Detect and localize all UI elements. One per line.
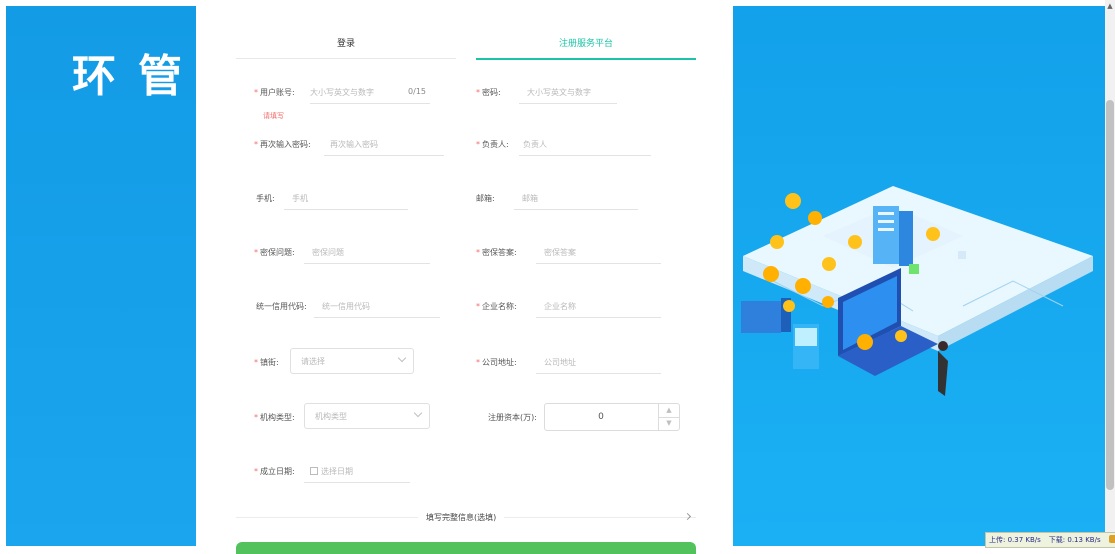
company-address-placeholder: 公司地址	[544, 358, 576, 367]
chevron-right-icon[interactable]	[683, 512, 692, 521]
security-question-field: * 密保问题: 密保问题	[254, 238, 434, 264]
registered-capital-field: 注册资本(万): 0 ▲ ▼	[488, 403, 683, 431]
street-placeholder: 请选择	[301, 357, 325, 366]
email-input[interactable]: 邮箱	[514, 184, 638, 210]
established-date-placeholder: 选择日期	[321, 467, 353, 476]
auth-tabs: 登录 注册服务平台	[236, 30, 696, 60]
illustration-panel	[733, 6, 1105, 546]
org-type-label: 机构类型:	[260, 413, 295, 422]
company-address-field: * 公司地址: 公司地址	[476, 348, 666, 374]
person-in-charge-field: * 负责人: 负责人	[476, 130, 656, 156]
street-field: * 镇街: 请选择	[254, 348, 419, 374]
phone-field: 手机: 手机	[256, 184, 411, 210]
established-date-picker[interactable]: 选择日期	[304, 457, 410, 483]
security-answer-placeholder: 密保答案	[544, 248, 576, 257]
finance-illustration	[741, 186, 1093, 396]
established-date-label: 成立日期:	[260, 467, 295, 476]
register-submit-button[interactable]	[236, 542, 696, 554]
street-label: 镇街:	[260, 358, 279, 367]
password-placeholder: 大小写英文与数字	[527, 88, 591, 97]
credit-code-label: 统一信用代码:	[256, 302, 307, 311]
company-name-input[interactable]: 企业名称	[536, 292, 661, 318]
credit-code-input[interactable]: 统一信用代码	[314, 292, 440, 318]
password-field: * 密码: 大小写英文与数字	[476, 78, 626, 104]
calendar-icon	[310, 467, 318, 475]
chevron-down-icon	[413, 408, 423, 418]
credit-code-placeholder: 统一信用代码	[322, 302, 370, 311]
scroll-thumb[interactable]	[1106, 100, 1114, 490]
phone-label: 手机:	[256, 194, 275, 203]
account-counter: 0/15	[408, 87, 426, 96]
phone-placeholder: 手机	[292, 194, 308, 203]
confirm-password-field: * 再次输入密码: 再次输入密码	[254, 130, 449, 156]
company-address-label: 公司地址:	[482, 358, 517, 367]
registered-capital-label: 注册资本(万):	[488, 413, 537, 422]
account-label: 用户账号:	[260, 88, 295, 97]
confirm-password-label: 再次输入密码:	[260, 140, 311, 149]
tab-register[interactable]: 注册服务平台	[476, 30, 696, 60]
account-placeholder: 大小写英文与数字	[310, 88, 374, 97]
security-question-label: 密保问题:	[260, 248, 295, 257]
chevron-down-icon	[397, 353, 407, 363]
security-question-placeholder: 密保问题	[312, 248, 344, 257]
company-name-placeholder: 企业名称	[544, 302, 576, 311]
security-answer-label: 密保答案:	[482, 248, 517, 257]
company-address-input[interactable]: 公司地址	[536, 348, 661, 374]
company-name-label: 企业名称:	[482, 302, 517, 311]
established-date-field: * 成立日期: 选择日期	[254, 457, 414, 483]
scroll-up-icon[interactable]: ▲	[1105, 2, 1115, 10]
person-in-charge-placeholder: 负责人	[523, 140, 547, 149]
confirm-password-placeholder: 再次输入密码	[330, 140, 378, 149]
brand-panel: 环管	[6, 6, 196, 546]
security-answer-field: * 密保答案: 密保答案	[476, 238, 666, 264]
security-answer-input[interactable]: 密保答案	[536, 238, 661, 264]
registered-capital-value: 0	[598, 412, 604, 422]
org-type-select[interactable]: 机构类型	[304, 403, 430, 429]
password-label: 密码:	[482, 88, 501, 97]
network-monitor-icon	[1108, 535, 1115, 543]
company-name-field: * 企业名称: 企业名称	[476, 292, 666, 318]
credit-code-field: 统一信用代码: 统一信用代码	[256, 292, 444, 318]
org-type-field: * 机构类型: 机构类型	[254, 403, 434, 429]
download-speed: 下载: 0.13 KB/s	[1048, 536, 1101, 544]
person-in-charge-input[interactable]: 负责人	[519, 130, 651, 156]
upload-speed: 上传: 0.37 KB/s	[989, 536, 1041, 544]
phone-input[interactable]: 手机	[284, 184, 408, 210]
email-field: 邮箱: 邮箱	[476, 184, 641, 210]
decrement-icon[interactable]: ▼	[658, 417, 679, 430]
password-input[interactable]: 大小写英文与数字	[519, 78, 617, 104]
confirm-password-input[interactable]: 再次输入密码	[324, 130, 444, 156]
security-question-input[interactable]: 密保问题	[304, 238, 430, 264]
account-error: 请填写	[263, 112, 284, 120]
page-scrollbar[interactable]: ▲	[1105, 0, 1115, 546]
registered-capital-stepper[interactable]: 0 ▲ ▼	[544, 403, 680, 431]
org-type-placeholder: 机构类型	[315, 412, 347, 421]
person-in-charge-label: 负责人:	[482, 140, 509, 149]
street-select[interactable]: 请选择	[290, 348, 414, 374]
increment-icon[interactable]: ▲	[658, 404, 679, 418]
email-label: 邮箱:	[476, 194, 495, 203]
account-input[interactable]: 大小写英文与数字 0/15	[310, 78, 430, 104]
tab-login[interactable]: 登录	[236, 30, 456, 59]
account-field: * 用户账号: 大小写英文与数字 0/15	[254, 78, 434, 104]
more-info-toggle[interactable]: 填写完整信息(选填)	[418, 512, 505, 523]
email-placeholder: 邮箱	[522, 194, 538, 203]
brand-title: 环管	[72, 51, 204, 102]
